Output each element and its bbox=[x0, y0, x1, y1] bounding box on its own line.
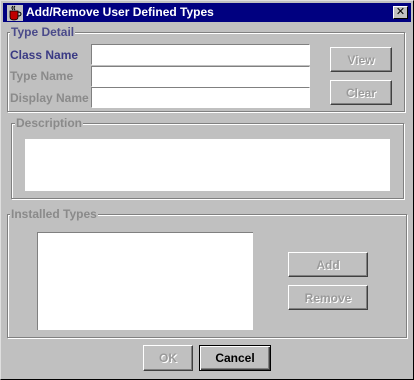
remove-button[interactable]: Remove bbox=[288, 285, 368, 310]
java-cup-icon bbox=[7, 5, 23, 21]
installed-types-legend: Installed Types bbox=[10, 207, 98, 221]
clear-button[interactable]: Clear bbox=[330, 80, 392, 105]
type-name-label: Type Name bbox=[10, 69, 74, 83]
type-detail-legend: Type Detail bbox=[10, 25, 76, 39]
view-button[interactable]: View bbox=[330, 47, 392, 72]
close-icon: ✕ bbox=[395, 6, 406, 18]
dialog-window: Add/Remove User Defined Types ✕ Type Det… bbox=[0, 0, 414, 380]
display-name-field[interactable] bbox=[91, 87, 310, 108]
description-legend: Description bbox=[15, 116, 84, 130]
class-name-label: Class Name bbox=[10, 48, 79, 62]
close-button[interactable]: ✕ bbox=[393, 6, 408, 19]
cancel-button[interactable]: Cancel bbox=[199, 345, 271, 371]
window-title: Add/Remove User Defined Types bbox=[26, 5, 214, 19]
display-name-label: Display Name bbox=[10, 91, 89, 105]
description-text-area[interactable] bbox=[25, 139, 390, 191]
ok-button[interactable]: OK bbox=[143, 345, 193, 371]
type-name-field[interactable] bbox=[91, 66, 310, 87]
installed-types-list[interactable] bbox=[37, 232, 253, 330]
title-bar[interactable]: Add/Remove User Defined Types ✕ bbox=[3, 3, 411, 22]
add-button[interactable]: Add bbox=[288, 252, 368, 277]
class-name-field[interactable] bbox=[91, 44, 310, 65]
